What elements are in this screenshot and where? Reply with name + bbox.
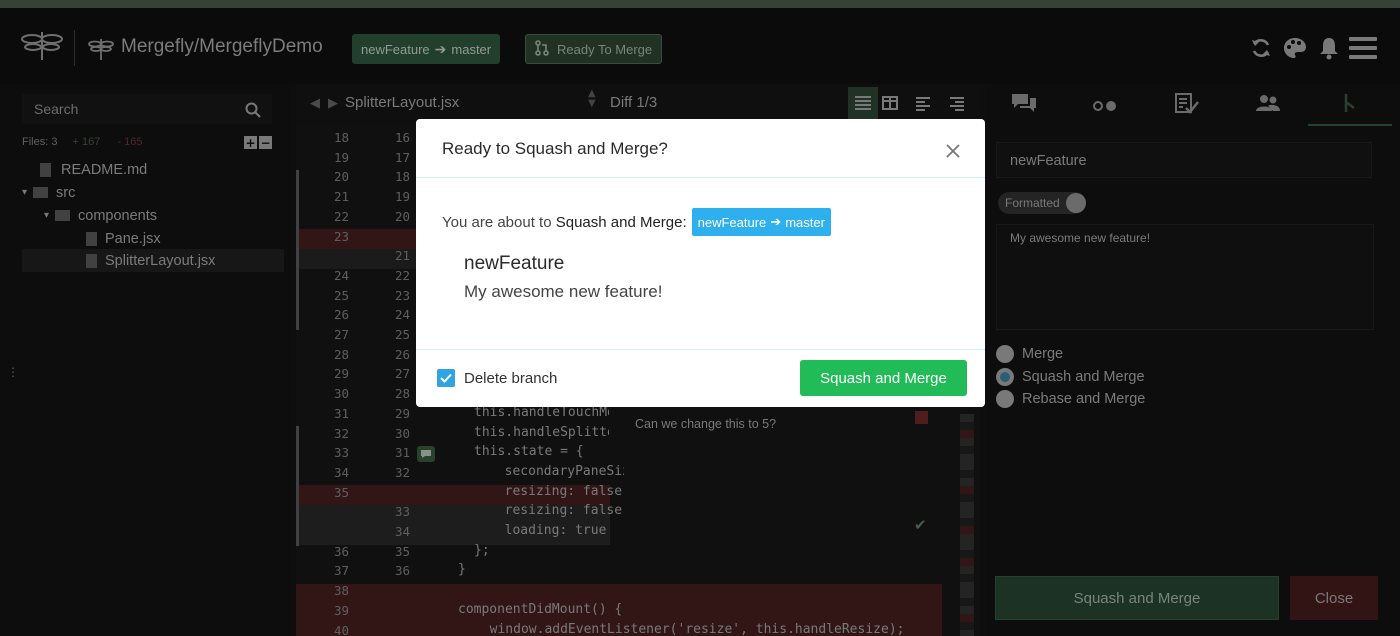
dialog-title: Ready to Squash and Merge? (442, 139, 668, 158)
lead-prefix: You are about to (442, 213, 556, 231)
confirm-squash-merge-button[interactable]: Squash and Merge (800, 360, 967, 396)
dialog-lead: You are about to Squash and Merge: newFe… (442, 208, 831, 236)
dialog-branch-from: newFeature (697, 214, 767, 230)
dialog-commit-title: newFeature (464, 253, 565, 274)
lead-strong: Squash and Merge: (555, 213, 687, 231)
delete-branch-checkbox[interactable] (437, 369, 455, 387)
dialog-branch-badge: newFeature ➔ master (691, 208, 831, 236)
dialog-branch-to: master (785, 214, 825, 230)
delete-branch-label[interactable]: Delete branch (464, 370, 557, 387)
app-window: Mergefly/MergeflyDemo newFeature ➔ maste… (0, 0, 1400, 636)
branch-arrow-icon: ➔ (770, 214, 782, 229)
close-icon[interactable] (946, 144, 960, 163)
dialog-header: Ready to Squash and Merge? (416, 119, 985, 178)
dialog-commit-message: My awesome new feature! (464, 282, 663, 301)
squash-merge-dialog: Ready to Squash and Merge? You are about… (416, 119, 985, 407)
